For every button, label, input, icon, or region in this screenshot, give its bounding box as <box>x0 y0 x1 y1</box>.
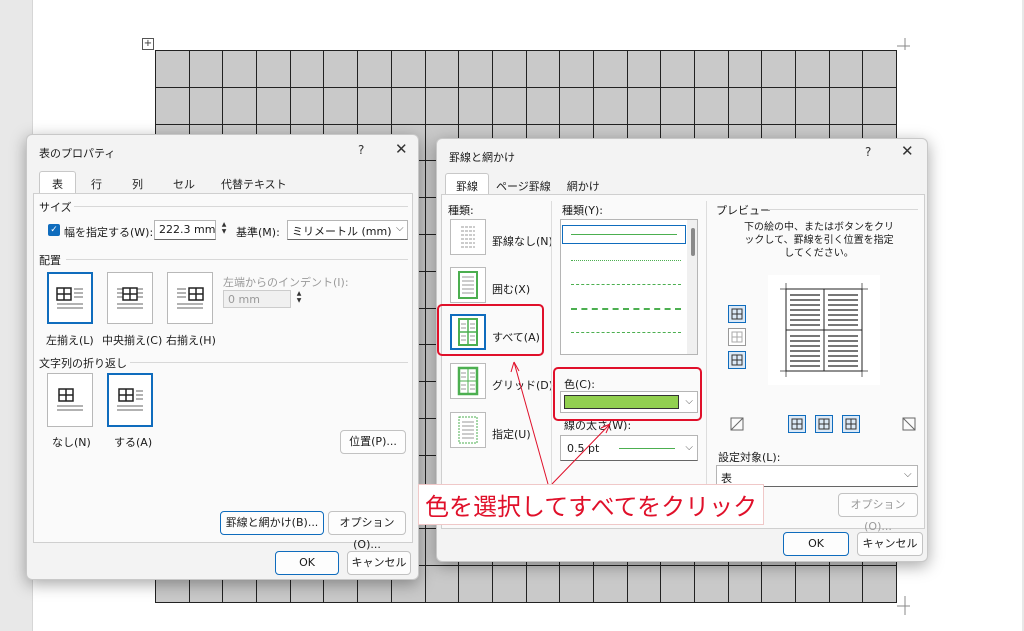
instruction-annotation: 色を選択してすべてをクリック <box>418 484 765 525</box>
annotation-arrows <box>510 361 611 485</box>
